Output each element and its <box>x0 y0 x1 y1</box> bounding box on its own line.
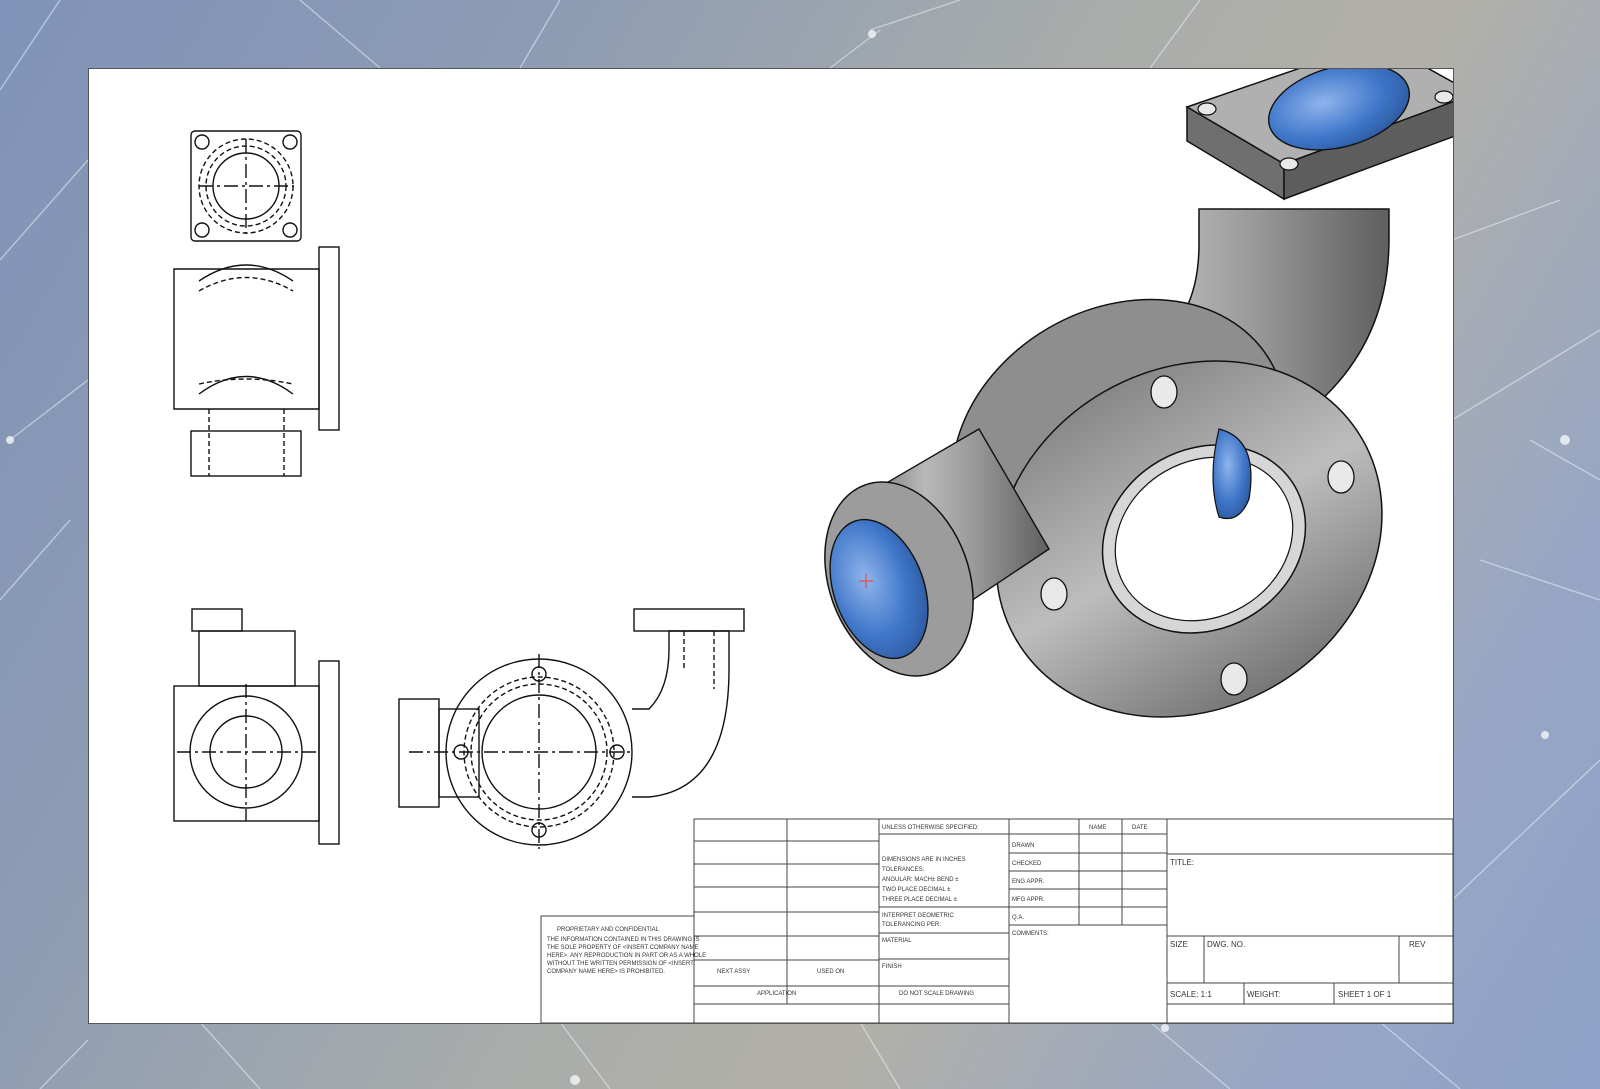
drawing-sheet: PROPRIETARY AND CONFIDENTIAL THE INFORMA… <box>88 68 1454 1024</box>
proprietary-line: COMPANY NAME HERE> IS PROHIBITED. <box>547 969 665 975</box>
size-label: SIZE <box>1170 940 1188 949</box>
side-view <box>398 608 745 849</box>
front-view <box>173 608 340 845</box>
title-label: TITLE: <box>1170 858 1194 867</box>
weight-label: WEIGHT: <box>1247 990 1280 999</box>
unless-specified-label: UNLESS OTHERWISE SPECIFIED: <box>882 825 979 831</box>
name-label: NAME <box>1089 825 1106 831</box>
isometric-view <box>824 69 1453 718</box>
top-view <box>173 130 340 477</box>
approval-row: Q.A. <box>1012 915 1024 921</box>
approval-row: DRAWN <box>1012 843 1034 849</box>
tolerance-line: TOLERANCES: <box>882 867 925 873</box>
rev-label: REV <box>1409 940 1426 949</box>
application-label: APPLICATION <box>757 991 796 997</box>
title-block <box>540 818 1453 1023</box>
approval-row: MFG APPR. <box>1012 897 1045 903</box>
interpret-label: TOLERANCING PER: <box>882 922 941 928</box>
dwg-no-label: DWG. NO. <box>1207 940 1245 949</box>
sheet-label: SHEET 1 OF 1 <box>1338 990 1392 999</box>
proprietary-line: WITHOUT THE WRITTEN PERMISSION OF <INSER… <box>547 961 694 967</box>
scale-label: SCALE: 1:1 <box>1170 990 1212 999</box>
tolerance-line: THREE PLACE DECIMAL ± <box>882 897 957 903</box>
approval-row: ENG APPR. <box>1012 879 1045 885</box>
material-label: MATERIAL <box>882 938 912 944</box>
technical-drawing: PROPRIETARY AND CONFIDENTIAL THE INFORMA… <box>173 69 1453 1023</box>
proprietary-line: THE INFORMATION CONTAINED IN THIS DRAWIN… <box>547 937 699 943</box>
proprietary-heading: PROPRIETARY AND CONFIDENTIAL <box>557 927 660 933</box>
comments-label: COMMENTS: <box>1012 931 1049 937</box>
tolerance-line: TWO PLACE DECIMAL ± <box>882 887 951 893</box>
date-label: DATE <box>1132 825 1148 831</box>
interpret-label: INTERPRET GEOMETRIC <box>882 913 955 919</box>
next-assy-label: NEXT ASSY <box>717 969 750 975</box>
approval-row: CHECKED <box>1012 861 1042 867</box>
tolerance-line: ANGULAR: MACH± BEND ± <box>882 877 959 883</box>
proprietary-line: HERE>. ANY REPRODUCTION IN PART OR AS A … <box>547 953 706 959</box>
used-on-label: USED ON <box>817 969 844 975</box>
proprietary-line: THE SOLE PROPERTY OF <INSERT COMPANY NAM… <box>547 945 699 951</box>
tolerance-line: DIMENSIONS ARE IN INCHES <box>882 857 966 863</box>
finish-label: FINISH <box>882 964 902 970</box>
do-not-scale-label: DO NOT SCALE DRAWING <box>899 991 974 997</box>
